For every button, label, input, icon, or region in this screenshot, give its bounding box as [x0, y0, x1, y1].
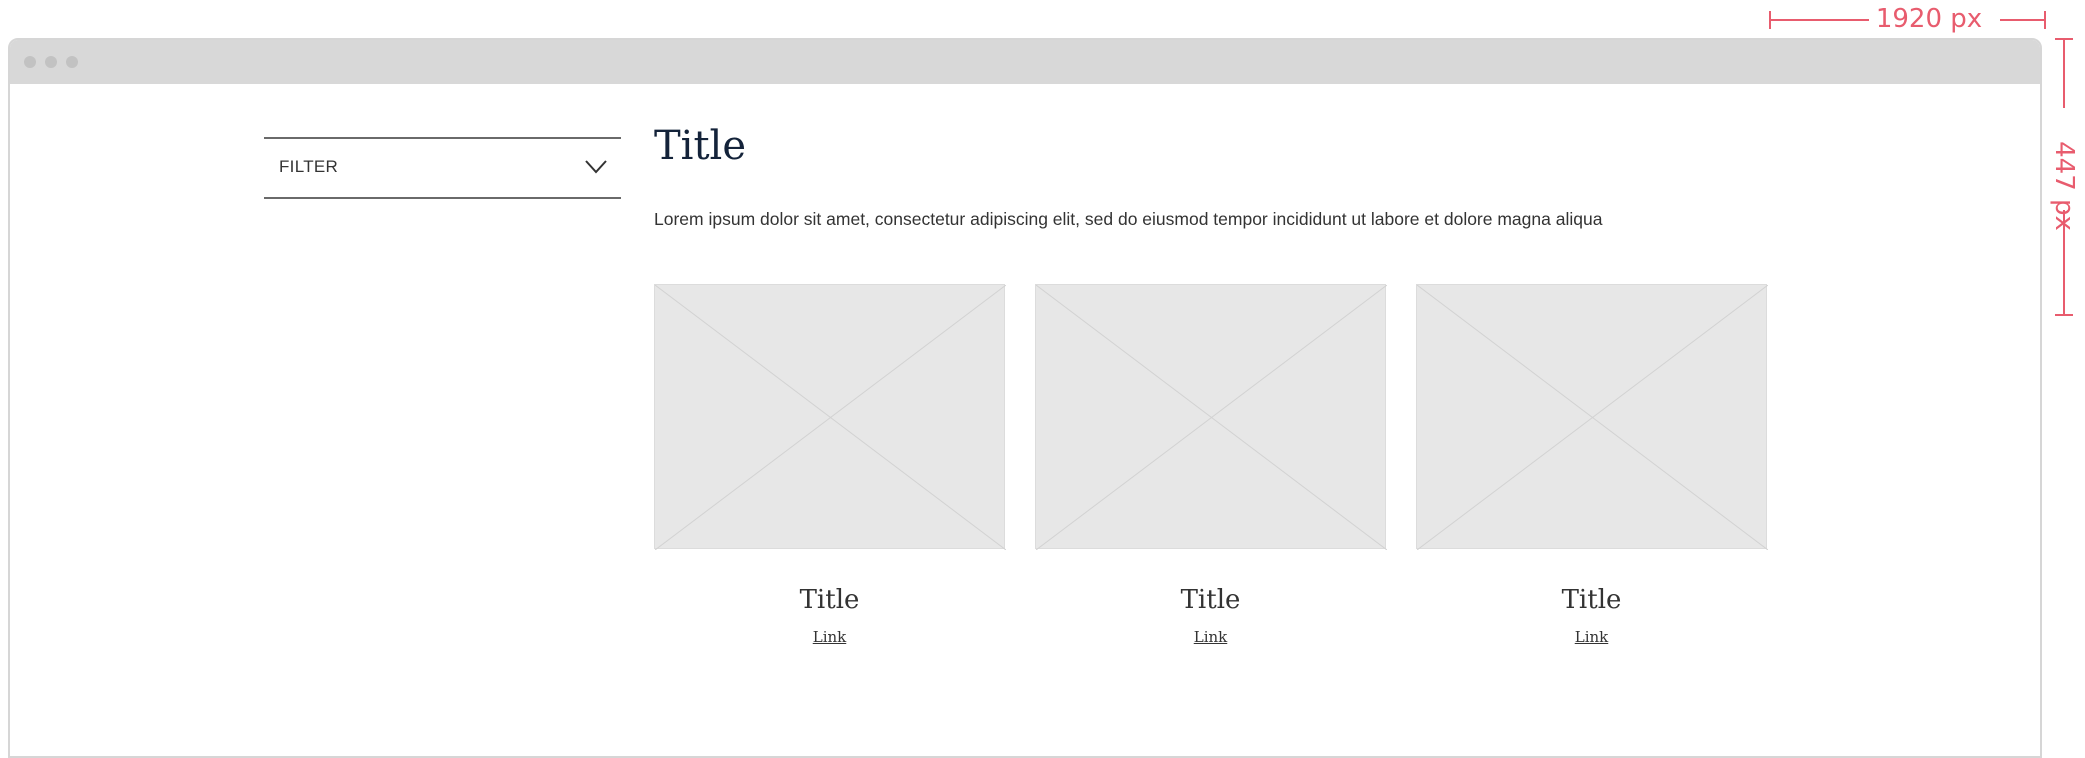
placeholder-image [1416, 284, 1768, 550]
placeholder-image [1035, 284, 1387, 550]
height-annotation: 447 px [2049, 38, 2080, 316]
window-maximize-dot[interactable] [66, 56, 78, 68]
filter-label: FILTER [279, 157, 339, 176]
card: Title Link [1416, 284, 1768, 647]
page-title: Title [654, 123, 747, 169]
card-link[interactable]: Link [1035, 627, 1386, 647]
filter-dropdown[interactable]: FILTER [264, 137, 621, 199]
intro-text: Lorem ipsum dolor sit amet, consectetur … [654, 209, 1603, 229]
height-annotation-tick-bottom [2055, 314, 2073, 316]
card-link[interactable]: Link [1416, 627, 1767, 647]
image-placeholder-icon [1036, 285, 1387, 550]
card-title: Title [1561, 585, 1622, 615]
card-link[interactable]: Link [654, 627, 1005, 647]
width-annotation-line-left [1769, 19, 1869, 21]
card-title: Title [1180, 585, 1241, 615]
width-annotation-label: 1920 px [1875, 4, 1983, 34]
card: Title Link [1035, 284, 1387, 647]
image-placeholder-icon [655, 285, 1006, 550]
image-placeholder-icon [1417, 285, 1768, 550]
placeholder-image [654, 284, 1006, 550]
width-annotation-line-right [2000, 19, 2044, 21]
height-annotation-line-top [2063, 38, 2065, 108]
width-annotation: 1920 px [1769, 0, 2046, 38]
window-close-dot[interactable] [24, 56, 36, 68]
card-title: Title [799, 585, 860, 615]
height-annotation-line-bottom [2063, 210, 2065, 314]
card: Title Link [654, 284, 1006, 647]
browser-titlebar [10, 40, 2040, 84]
width-annotation-tick-right [2044, 11, 2046, 29]
chevron-down-icon [585, 160, 607, 174]
window-minimize-dot[interactable] [45, 56, 57, 68]
